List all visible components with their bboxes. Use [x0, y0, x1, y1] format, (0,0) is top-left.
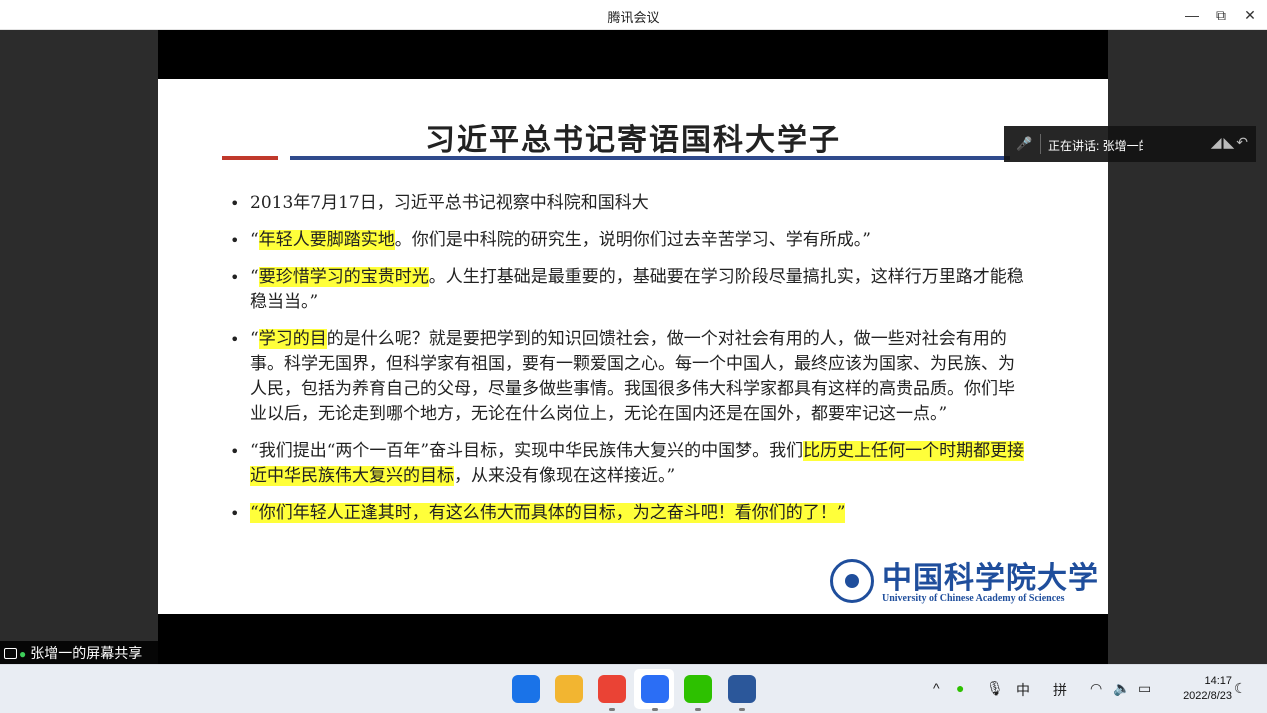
slide-bullet: “你们年轻人正逢其时，有这么伟大而具体的目标，为之奋斗吧！看你们的了！” — [228, 501, 1028, 526]
chrome-icon[interactable] — [598, 675, 626, 711]
wechat-tray-icon[interactable]: ● — [956, 680, 964, 696]
running-indicator — [609, 708, 615, 711]
minimize-button[interactable]: — — [1181, 5, 1203, 25]
active-speaker-panel: 🎤 正在讲话: 张增一的 ◢◣↶ — [1004, 126, 1256, 162]
view-toggle-icon[interactable]: ◢◣↶ — [1211, 134, 1250, 151]
word-icon[interactable] — [728, 675, 756, 711]
slide-bullet: “我们提出“两个一百年”奋斗目标，实现中华民族伟大复兴的中国梦。我们比历史上任何… — [228, 439, 1028, 489]
title-rule-red — [222, 156, 278, 160]
screen-share-label: ● 张增一的屏幕共享 — [0, 641, 165, 665]
ucas-emblem-icon — [830, 559, 874, 603]
microphone-tray-icon[interactable]: 🎙 — [986, 680, 1004, 697]
highlighted-text: “你们年轻人正逢其时，有这么伟大而具体的目标，为之奋斗吧！看你们的了！” — [250, 503, 846, 523]
share-label-text: 张增一的屏幕共享 — [30, 645, 143, 661]
clock-date: 2022/8/23 — [1183, 690, 1232, 702]
bullet-text: “我们提出“两个一百年”奋斗目标，实现中华民族伟大复兴的中国梦。我们 — [250, 441, 804, 461]
logo-english-name: University of Chinese Academy of Science… — [882, 593, 1065, 604]
bullet-text: 2013年7月17日，习近平总书记视察中科院和国科大 — [250, 193, 649, 213]
logo-chinese-name: 中国科学院大学 — [882, 561, 1099, 596]
slide-bullet: “年轻人要脚踏实地。你们是中科院的研究生，说明你们过去辛苦学习、学有所成。” — [228, 228, 1028, 253]
speaker-label: 正在讲话: 张增一的 — [1048, 139, 1143, 153]
title-bar: 腾讯会议 — ⧉ ✕ — [0, 0, 1267, 30]
ime-chinese-indicator[interactable]: 中 — [1016, 680, 1030, 700]
muted-mic-icon: 🎤 — [1016, 136, 1033, 151]
bullet-text: “ — [250, 230, 259, 250]
volume-icon[interactable]: 🔈 — [1113, 680, 1130, 697]
highlighted-text: 要珍惜学习的宝贵时光 — [258, 267, 429, 287]
mic-icon: ● — [19, 647, 27, 661]
bullet-text: ，从来没有像现在这样接近。” — [454, 466, 676, 486]
focus-moon-icon[interactable]: ☾ — [1234, 680, 1247, 697]
slide-top-band — [158, 30, 1108, 79]
file-explorer-icon[interactable] — [555, 675, 583, 703]
slide-bullet: 2013年7月17日，习近平总书记视察中科院和国科大 — [228, 191, 1028, 216]
speaker-divider — [1040, 134, 1041, 154]
clock-time: 14:17 — [1204, 675, 1232, 687]
close-button[interactable]: ✕ — [1239, 5, 1261, 25]
bullet-text: 的是什么呢？就是要把学到的知识回馈社会，做一个对社会有用的人，做一些对社会有用的… — [250, 329, 1015, 424]
restore-button[interactable]: ⧉ — [1210, 5, 1232, 25]
window-title: 腾讯会议 — [607, 10, 660, 25]
bullet-text: “ — [250, 267, 259, 287]
running-indicator — [652, 708, 658, 711]
wechat-icon[interactable] — [684, 675, 712, 711]
tencent-meeting-icon[interactable] — [641, 675, 669, 711]
running-indicator — [695, 708, 701, 711]
presentation-slide: 习近平总书记寄语国科大学子 2013年7月17日，习近平总书记视察中科院和国科大… — [158, 79, 1108, 614]
slide-bullet: “学习的目的是什么呢？就是要把学到的知识回馈社会，做一个对社会有用的人，做一些对… — [228, 327, 1028, 427]
tray-overflow-chevron[interactable]: ^ — [933, 680, 940, 696]
ucas-logo: 中国科学院大学 University of Chinese Academy of… — [830, 557, 1098, 607]
screen-share-icon — [4, 648, 17, 659]
running-indicator — [739, 708, 745, 711]
bullet-text: 。你们是中科院的研究生，说明你们过去辛苦学习、学有所成。” — [394, 230, 871, 250]
title-rule-blue — [290, 156, 1010, 160]
ime-pinyin-indicator[interactable]: 拼 — [1053, 680, 1067, 700]
windows-taskbar: ^ ● 🎙 中 拼 ◠ 🔈 ▭ 14:17 2022/8/23 ☾ — [0, 664, 1267, 713]
system-clock[interactable]: 14:17 2022/8/23 — [1162, 674, 1232, 704]
bullet-text: “ — [250, 329, 259, 349]
highlighted-text: 年轻人要脚踏实地 — [258, 230, 395, 250]
bullet-list: 2013年7月17日，习近平总书记视察中科院和国科大“年轻人要脚踏实地。你们是中… — [228, 191, 1028, 538]
wifi-icon[interactable]: ◠ — [1090, 680, 1102, 697]
slide-title: 习近平总书记寄语国科大学子 — [425, 123, 841, 158]
windows-start-icon[interactable] — [512, 675, 540, 703]
slide-bottom-band — [158, 614, 1108, 664]
highlighted-text: 学习的目 — [258, 329, 327, 349]
battery-icon[interactable]: ▭ — [1138, 680, 1151, 697]
slide-bullet: “要珍惜学习的宝贵时光。人生打基础是最重要的，基础要在学习阶段尽量搞扎实，这样行… — [228, 265, 1028, 315]
